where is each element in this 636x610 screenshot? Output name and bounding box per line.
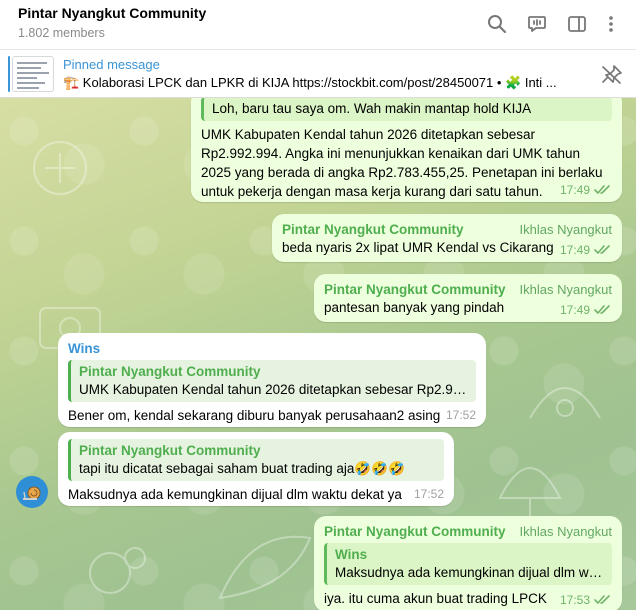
reply-quote[interactable]: Wins Maksudnya ada kemungkinan dijual dl… xyxy=(324,543,612,585)
doodle-icon xyxy=(529,387,601,419)
quote-text: UMK Kabupaten Kendal tahun 2026 ditetapk… xyxy=(79,382,468,397)
message-meta: 17:52 xyxy=(414,487,444,501)
message-meta: 17:49 xyxy=(560,243,612,257)
message-time: 17:52 xyxy=(445,408,476,422)
message-time: 17:49 xyxy=(559,303,590,317)
sidebar-toggle-icon[interactable] xyxy=(565,12,589,36)
sender-name[interactable]: Pintar Nyangkut Community xyxy=(282,221,464,238)
message-text: Bener om, kendal sekarang diburu banyak … xyxy=(68,408,441,423)
reply-quote[interactable]: Loh, baru tau saya om. Wah makin mantap … xyxy=(201,98,612,121)
quote-text: Loh, baru tau saya om. Wah makin mantap … xyxy=(212,101,532,116)
message-bubble[interactable]: Loh, baru tau saya om. Wah makin mantap … xyxy=(191,98,622,202)
doodle-icon xyxy=(218,535,312,600)
message-bubble[interactable]: Wins Pintar Nyangkut Community UMK Kabup… xyxy=(58,333,486,427)
doodle-icon xyxy=(498,467,562,516)
doodle-icon xyxy=(89,547,146,594)
double-check-icon xyxy=(594,595,610,604)
video-chat-icon[interactable] xyxy=(525,12,549,36)
sender-tag: Ikhlas Nyangkut xyxy=(519,222,613,237)
pinned-text: 🏗️ Kolaborasi LPCK dan LPKR di KIJA http… xyxy=(63,75,557,90)
double-check-icon xyxy=(594,185,610,194)
search-icon[interactable] xyxy=(485,12,509,36)
snail-icon xyxy=(23,486,41,500)
quote-text: Maksudnya ada kemungkinan dijual dlm wak… xyxy=(335,565,604,580)
more-vertical-icon[interactable] xyxy=(599,12,623,36)
message-meta: 17:49 xyxy=(560,183,612,197)
sender-tag: Ikhlas Nyangkut xyxy=(519,524,613,539)
quote-text: tapi itu dicatat sebagai saham buat trad… xyxy=(79,461,405,476)
quote-sender: Pintar Nyangkut Community xyxy=(79,364,261,379)
doodle-icon xyxy=(33,141,87,195)
pinned-label: Pinned message xyxy=(63,57,160,72)
reply-quote[interactable]: Pintar Nyangkut Community UMK Kabupaten … xyxy=(68,360,476,402)
quote-sender: Wins xyxy=(335,547,368,562)
message-time: 17:49 xyxy=(559,243,590,257)
message-bubble[interactable]: Pintar Nyangkut Community Ikhlas Nyangku… xyxy=(314,274,622,322)
message-time: 17:52 xyxy=(413,487,444,501)
message-bubble[interactable]: Pintar Nyangkut Community tapi itu dicat… xyxy=(58,432,454,506)
message-bubble[interactable]: Pintar Nyangkut Community Ikhlas Nyangku… xyxy=(314,516,622,610)
sender-name[interactable]: Pintar Nyangkut Community xyxy=(324,523,506,540)
message-bubble[interactable]: Pintar Nyangkut Community Ikhlas Nyangku… xyxy=(272,214,622,262)
message-text: UMK Kabupaten Kendal tahun 2026 ditetapk… xyxy=(201,127,603,199)
double-check-icon xyxy=(594,305,610,314)
message-time: 17:49 xyxy=(559,183,590,197)
chat-header: Pintar Nyangkut Community 1.802 members xyxy=(0,0,636,50)
sender-name[interactable]: Pintar Nyangkut Community xyxy=(324,281,506,298)
message-meta: 17:52 xyxy=(446,408,476,422)
message-meta: 17:53 xyxy=(560,593,612,607)
sender-tag: Ikhlas Nyangkut xyxy=(519,282,613,297)
quote-sender: Pintar Nyangkut Community xyxy=(79,443,261,458)
pinned-message-bar[interactable]: Pinned message 🏗️ Kolaborasi LPCK dan LP… xyxy=(0,50,636,98)
message-time: 17:53 xyxy=(559,593,590,607)
chat-title[interactable]: Pintar Nyangkut Community xyxy=(18,5,206,21)
chat-background: Loh, baru tau saya om. Wah makin mantap … xyxy=(0,98,636,610)
message-meta: 17:49 xyxy=(560,303,612,317)
reply-quote[interactable]: Pintar Nyangkut Community tapi itu dicat… xyxy=(68,439,444,481)
sender-name[interactable]: Wins xyxy=(68,340,476,357)
pinned-thumbnail xyxy=(12,56,54,92)
message-text: Maksudnya ada kemungkinan dijual dlm wak… xyxy=(68,487,402,502)
unpin-icon[interactable] xyxy=(600,63,624,85)
member-count: 1.802 members xyxy=(18,26,105,40)
avatar[interactable] xyxy=(16,476,48,508)
pinned-accent-bar xyxy=(8,56,10,92)
double-check-icon xyxy=(594,245,610,254)
